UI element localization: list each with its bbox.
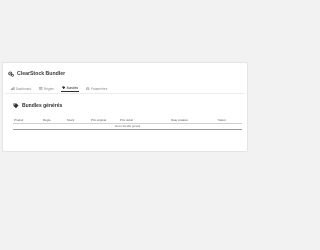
tab-rules[interactable]: Règles [38, 87, 55, 93]
tab-dashboard[interactable]: Dashboard [10, 87, 32, 93]
tab-settings-label: Paramètres [90, 86, 108, 91]
bundle-icon [62, 86, 66, 90]
tab-bundles[interactable]: Bundles [60, 85, 80, 92]
column-header-product: Produit [14, 118, 24, 122]
section-title: Bundles générés [22, 103, 63, 109]
gears-icon [8, 71, 14, 77]
column-header-stock: Stock [67, 118, 75, 122]
main-panel: ClearStock Bundler Dashboard Règles Bund… [2, 62, 248, 152]
rules-icon [39, 87, 43, 91]
column-header-status: Statut [218, 118, 226, 122]
column-header-original-price: Prix original [91, 118, 107, 122]
app-title: ClearStock Bundler [17, 71, 66, 77]
column-header-creation-date: Date création [171, 118, 189, 122]
tab-settings[interactable]: Paramètres [85, 87, 108, 93]
tab-divider [5, 93, 245, 94]
dashboard-icon [11, 86, 15, 91]
tab-rules-label: Règles [43, 86, 54, 91]
column-header-rule: Règle [43, 118, 51, 122]
tag-icon [13, 103, 19, 109]
column-header-reduced-price: Prix réduit [120, 118, 134, 122]
tab-dashboard-label: Dashboard [15, 86, 32, 91]
tab-bundles-label: Bundles [66, 85, 79, 90]
empty-row: Aucun bundle généré [13, 124, 242, 130]
bundles-table: Produit Règle Stock Prix original Prix r… [13, 117, 242, 130]
table-header: Produit Règle Stock Prix original Prix r… [13, 117, 242, 124]
settings-icon [86, 86, 90, 91]
empty-message: Aucun bundle généré [114, 125, 141, 128]
app-header: ClearStock Bundler [8, 69, 65, 79]
tab-bar: Dashboard Règles Bundles Paramètres [10, 83, 108, 92]
section-header: Bundles générés [13, 103, 62, 109]
